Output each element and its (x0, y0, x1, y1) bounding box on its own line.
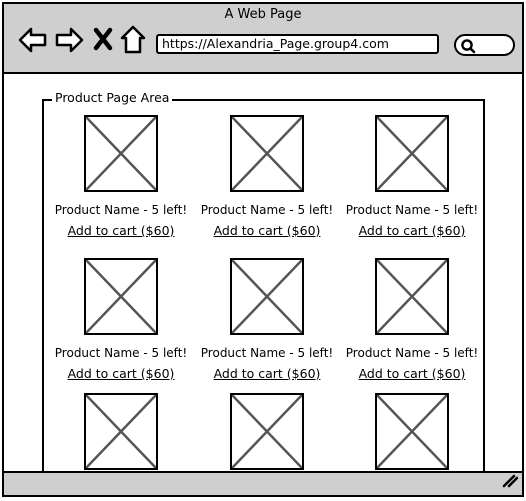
resize-grip-icon[interactable] (500, 472, 519, 492)
browser-window: A Web Page https://Alexandria_Page.group… (2, 2, 524, 497)
add-to-cart-link[interactable]: Add to cart ($60) (214, 224, 321, 238)
product-name: Product Name - 5 left! (54, 346, 188, 360)
add-to-cart-link[interactable]: Add to cart ($60) (68, 224, 175, 238)
url-bar[interactable]: https://Alexandria_Page.group4.com (156, 34, 439, 54)
product-card: Product Name - 5 left! Add to cart ($60) (51, 258, 191, 382)
add-to-cart-link[interactable]: Add to cart ($60) (214, 367, 321, 381)
product-image-placeholder (84, 115, 158, 192)
product-card: Product Name - 5 left! Add to cart ($60) (51, 115, 191, 239)
product-image-placeholder (375, 393, 449, 470)
product-card (197, 393, 337, 470)
product-card: Product Name - 5 left! Add to cart ($60) (342, 115, 482, 239)
home-icon[interactable] (120, 25, 146, 59)
product-image-placeholder (84, 258, 158, 335)
add-to-cart-link[interactable]: Add to cart ($60) (359, 224, 466, 238)
product-image-placeholder (84, 393, 158, 470)
search-field[interactable] (454, 34, 515, 56)
product-image-placeholder (375, 258, 449, 335)
window-title: A Web Page (224, 7, 302, 22)
add-to-cart-link[interactable]: Add to cart ($60) (68, 367, 175, 381)
close-x-icon[interactable] (93, 27, 113, 55)
product-card: Product Name - 5 left! Add to cart ($60) (342, 258, 482, 382)
product-card: Product Name - 5 left! Add to cart ($60) (197, 115, 337, 239)
product-image-placeholder (230, 115, 304, 192)
product-name: Product Name - 5 left! (345, 203, 479, 217)
product-area-label: Product Page Area (52, 90, 173, 105)
product-name: Product Name - 5 left! (54, 203, 188, 217)
product-image-placeholder (230, 393, 304, 470)
product-page-area: Product Name - 5 left! Add to cart ($60)… (42, 99, 485, 479)
product-image-placeholder (230, 258, 304, 335)
back-arrow-icon[interactable] (18, 26, 48, 58)
product-card (342, 393, 482, 470)
product-name: Product Name - 5 left! (200, 203, 334, 217)
add-to-cart-link[interactable]: Add to cart ($60) (359, 367, 466, 381)
search-icon (461, 39, 476, 54)
product-image-placeholder (375, 115, 449, 192)
status-bar (4, 471, 522, 495)
forward-arrow-icon[interactable] (54, 26, 84, 58)
product-card: Product Name - 5 left! Add to cart ($60) (197, 258, 337, 382)
product-name: Product Name - 5 left! (345, 346, 479, 360)
product-card (51, 393, 191, 470)
browser-toolbar: A Web Page https://Alexandria_Page.group… (4, 4, 522, 74)
product-name: Product Name - 5 left! (200, 346, 334, 360)
